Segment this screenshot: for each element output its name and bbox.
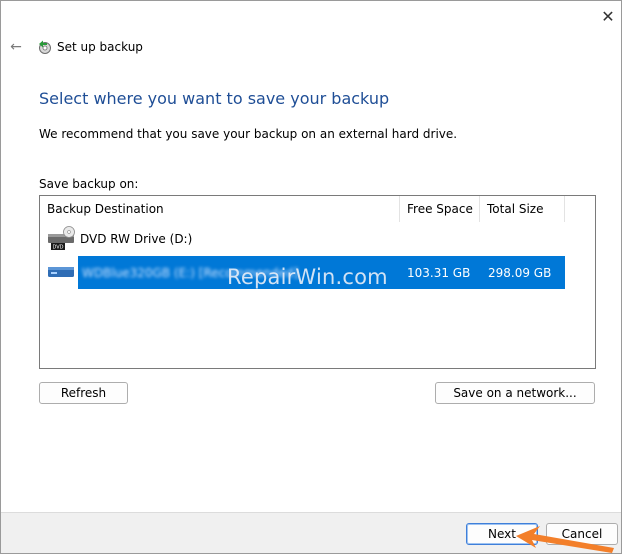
column-header-backup-destination[interactable]: Backup Destination: [40, 196, 400, 222]
column-header-total-size[interactable]: Total Size: [480, 196, 565, 222]
list-item-hard-drive-selected[interactable]: WDBlue320GB (E:) [Recommended] 103.31 GB…: [40, 256, 595, 289]
list-item-free-space: 103.31 GB: [407, 265, 471, 280]
backup-destination-list[interactable]: Backup Destination Free Space Total Size…: [39, 195, 596, 369]
window-title: Set up backup: [57, 40, 143, 54]
close-icon: ✕: [601, 6, 615, 26]
save-on-network-button[interactable]: Save on a network...: [435, 382, 595, 404]
dialog-footer: Next Cancel: [1, 512, 621, 553]
column-header-free-space[interactable]: Free Space: [400, 196, 480, 222]
backup-app-icon: [39, 40, 51, 54]
cancel-button[interactable]: Cancel: [546, 523, 618, 545]
list-item-name: DVD RW Drive (D:): [80, 232, 193, 246]
close-button[interactable]: ✕: [599, 6, 617, 26]
list-item-name: WDBlue320GB (E:) [Recommended]: [82, 265, 299, 280]
dvd-drive-icon: DVD: [48, 226, 75, 251]
list-item-total-size: 298.09 GB: [488, 265, 552, 280]
svg-text:DVD: DVD: [53, 245, 64, 251]
back-button[interactable]: ←: [7, 38, 25, 56]
setup-backup-window: ✕ ← Set up backup Select where you want …: [0, 0, 622, 554]
back-arrow-icon: ←: [10, 39, 22, 55]
save-backup-on-label: Save backup on:: [39, 177, 139, 191]
window-header: ← Set up backup: [7, 37, 143, 57]
list-item-dvd-drive[interactable]: DVD DVD RW Drive (D:): [40, 224, 595, 254]
refresh-button[interactable]: Refresh: [39, 382, 128, 404]
next-button[interactable]: Next: [466, 523, 538, 545]
hard-drive-icon: [48, 267, 74, 277]
page-heading: Select where you want to save your backu…: [39, 89, 390, 108]
recommendation-text: We recommend that you save your backup o…: [39, 127, 458, 141]
